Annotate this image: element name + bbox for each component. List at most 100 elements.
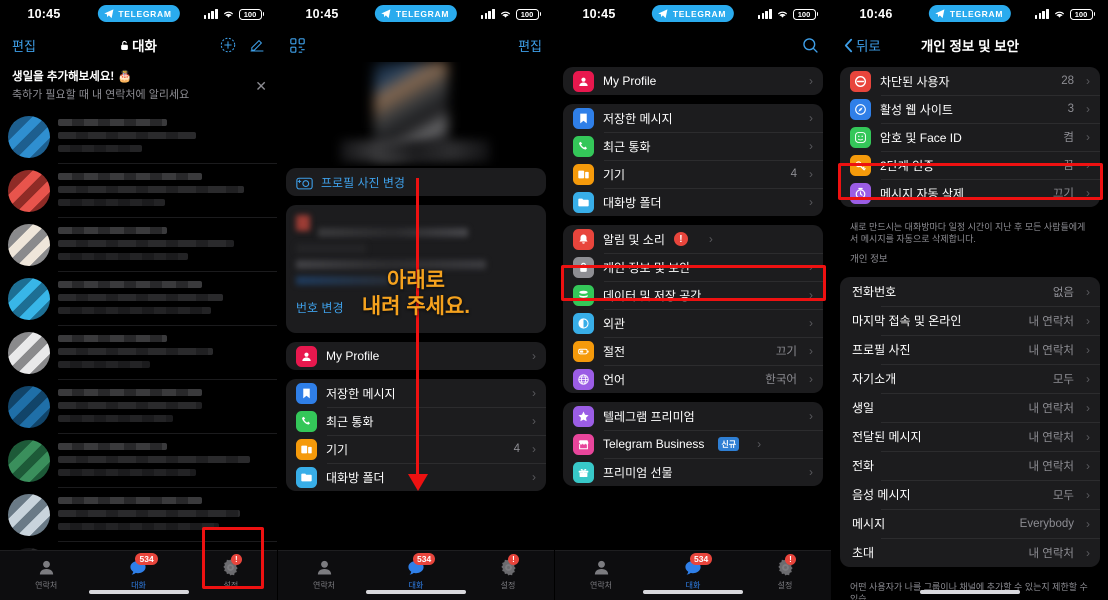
row-telegram-business[interactable]: Telegram Business 신규 › bbox=[563, 430, 823, 458]
row-value: 4 bbox=[790, 168, 797, 180]
chat-list[interactable] bbox=[0, 110, 277, 600]
change-photo-label: 프로필 사진 변경 bbox=[321, 175, 405, 190]
add-circle-icon[interactable] bbox=[220, 37, 236, 53]
database-icon bbox=[573, 284, 594, 306]
camera-plus-icon bbox=[296, 177, 313, 189]
tab-연락처[interactable]: 연락처 bbox=[555, 556, 647, 591]
chat-list-item[interactable] bbox=[0, 488, 277, 542]
tab-설정[interactable]: ! 설정 bbox=[462, 554, 554, 591]
row-메시지-자동-삭제[interactable]: 메시지 자동 삭제 끄기 › bbox=[840, 179, 1100, 207]
row-대화방-폴더[interactable]: 대화방 폴더 › bbox=[563, 188, 823, 216]
edit-button[interactable]: 편집 bbox=[518, 36, 542, 55]
settings-gear-icon: ! bbox=[219, 554, 243, 578]
chat-list-item[interactable] bbox=[0, 380, 277, 434]
tab-설정[interactable]: ! 설정 bbox=[739, 554, 831, 591]
edit-button[interactable]: 편집 bbox=[12, 36, 36, 55]
row-자기소개[interactable]: 자기소개 모두 › bbox=[840, 364, 1100, 393]
tab-대화[interactable]: 534 대화 bbox=[647, 553, 739, 591]
row-label: 차단된 사용자 bbox=[880, 74, 950, 89]
row-value: 4 bbox=[513, 443, 520, 455]
row-value: 3 bbox=[1067, 103, 1074, 115]
contacts-icon bbox=[589, 556, 613, 578]
telegram-recording-pill: TELEGRAM bbox=[97, 5, 180, 22]
chat-list-item[interactable] bbox=[0, 110, 277, 164]
alert-badge: ! bbox=[230, 554, 242, 565]
chevron-right-icon: › bbox=[1086, 284, 1090, 299]
chevron-right-icon: › bbox=[1086, 516, 1090, 531]
avatar bbox=[8, 440, 50, 482]
chat-list-item[interactable] bbox=[0, 164, 277, 218]
row-텔레그램-프리미엄[interactable]: 텔레그램 프리미엄 › bbox=[563, 402, 823, 430]
settings-group: 전화번호 없음 › 마지막 접속 및 온라인 내 연락처 › 프로필 사진 내 연락처 › 자기소… bbox=[840, 277, 1100, 568]
row-데이터-및-저장-공간[interactable]: 데이터 및 저장 공간 › bbox=[563, 281, 823, 309]
annotation-text: 아래로 내려 주세요. bbox=[278, 268, 554, 321]
row-value: 28 bbox=[1061, 75, 1074, 87]
row-my-profile[interactable]: My Profile › bbox=[563, 67, 823, 95]
row-메시지[interactable]: 메시지 Everybody › bbox=[840, 509, 1100, 538]
status-time: 10:45 bbox=[27, 7, 61, 21]
row-전달된-메시지[interactable]: 전달된 메시지 내 연락처 › bbox=[840, 422, 1100, 451]
chevron-right-icon: › bbox=[708, 232, 713, 246]
tab-대화[interactable]: 534 대화 bbox=[370, 553, 462, 591]
row-음성-메시지[interactable]: 음성 메시지 모두 › bbox=[840, 480, 1100, 509]
chat-list-item[interactable] bbox=[0, 326, 277, 380]
row-label: 저장한 메시지 bbox=[603, 111, 673, 126]
row-마지막-접속-및-온라인[interactable]: 마지막 접속 및 온라인 내 연락처 › bbox=[840, 306, 1100, 335]
compose-icon[interactable] bbox=[249, 37, 265, 53]
close-icon[interactable]: ✕ bbox=[255, 78, 267, 95]
row-개인-정보-및-보안[interactable]: 개인 정보 및 보안 › bbox=[563, 253, 823, 281]
birthday-banner[interactable]: 생일을 추가해보세요! 🎂 축하가 필요할 때 내 연락처에 알리세요 ✕ bbox=[0, 62, 277, 110]
row-생일[interactable]: 생일 내 연락처 › bbox=[840, 393, 1100, 422]
row-value: 내 연락처 bbox=[1028, 344, 1074, 357]
tab-연락처[interactable]: 연락처 bbox=[278, 556, 370, 591]
row-2단계-인증[interactable]: 2단계 인증 끔 › bbox=[840, 151, 1100, 179]
row-알림-및-소리[interactable]: 알림 및 소리! › bbox=[563, 225, 823, 253]
tab-label: 설정 bbox=[500, 581, 516, 590]
row-전화[interactable]: 전화 내 연락처 › bbox=[840, 451, 1100, 480]
battery-indicator: 100 bbox=[238, 8, 264, 20]
chevron-right-icon: › bbox=[1086, 429, 1090, 444]
panel-settings-top: 10:45 TELEGRAM 100 편집 프로필 사진 변경 번호 변경 My… bbox=[277, 0, 554, 600]
row-암호-및-face-id[interactable]: 암호 및 Face ID 켬 › bbox=[840, 123, 1100, 151]
row-value: 모두 bbox=[1052, 489, 1074, 502]
row-절전[interactable]: 절전 끄기 › bbox=[563, 337, 823, 365]
qr-code-icon[interactable] bbox=[290, 37, 305, 53]
chat-list-item[interactable] bbox=[0, 218, 277, 272]
row-언어[interactable]: 언어 한국어 › bbox=[563, 365, 823, 393]
row-차단된-사용자[interactable]: 차단된 사용자 28 › bbox=[840, 67, 1100, 95]
battery-level: 100 bbox=[515, 8, 539, 20]
block-icon bbox=[850, 70, 871, 92]
chevron-right-icon: › bbox=[532, 386, 536, 400]
privacy-groups: 차단된 사용자 28 › 활성 웹 사이트 3 › 암호 및 Face ID 켬 › 2단계 인증… bbox=[832, 67, 1108, 600]
chat-list-item[interactable] bbox=[0, 272, 277, 326]
tab-대화[interactable]: 534 대화 bbox=[92, 553, 184, 591]
chat-list-item[interactable] bbox=[0, 434, 277, 488]
row-저장한-메시지[interactable]: 저장한 메시지 › bbox=[563, 104, 823, 132]
chevron-right-icon: › bbox=[1086, 400, 1090, 415]
row-최근-통화[interactable]: 최근 통화 › bbox=[563, 132, 823, 160]
row-외관[interactable]: 외관 › bbox=[563, 309, 823, 337]
tab-label: 연락처 bbox=[35, 581, 58, 590]
row-value: 없음 bbox=[1052, 286, 1074, 299]
pill-label: TELEGRAM bbox=[395, 8, 450, 19]
search-icon[interactable] bbox=[802, 37, 819, 54]
row-전화번호[interactable]: 전화번호 없음 › bbox=[840, 277, 1100, 306]
row-프리미엄-선물[interactable]: 프리미엄 선물 › bbox=[563, 458, 823, 486]
row-label: 전화 bbox=[852, 459, 875, 474]
row-label: 개인 정보 및 보안 bbox=[603, 260, 691, 275]
bookmark-icon bbox=[573, 107, 594, 129]
row-활성-웹-사이트[interactable]: 활성 웹 사이트 3 › bbox=[840, 95, 1100, 123]
nav-right-group: 편집 bbox=[518, 36, 542, 55]
chevron-right-icon: › bbox=[1086, 186, 1090, 200]
lock-icon bbox=[121, 40, 128, 50]
tab-연락처[interactable]: 연락처 bbox=[0, 556, 92, 591]
settings-group: 저장한 메시지 › 최근 통화 › 기기 4 › 대화방 폴더 › bbox=[563, 104, 823, 216]
bookmark-icon bbox=[296, 382, 317, 404]
row-초대[interactable]: 초대 내 연락처 › bbox=[840, 538, 1100, 567]
row-기기[interactable]: 기기 4 › bbox=[563, 160, 823, 188]
row-label: My Profile bbox=[603, 74, 657, 88]
status-indicators: 100 bbox=[758, 8, 818, 20]
tab-설정[interactable]: ! 설정 bbox=[185, 554, 277, 591]
chats-icon: 534 bbox=[681, 553, 713, 578]
row-프로필-사진[interactable]: 프로필 사진 내 연락처 › bbox=[840, 335, 1100, 364]
